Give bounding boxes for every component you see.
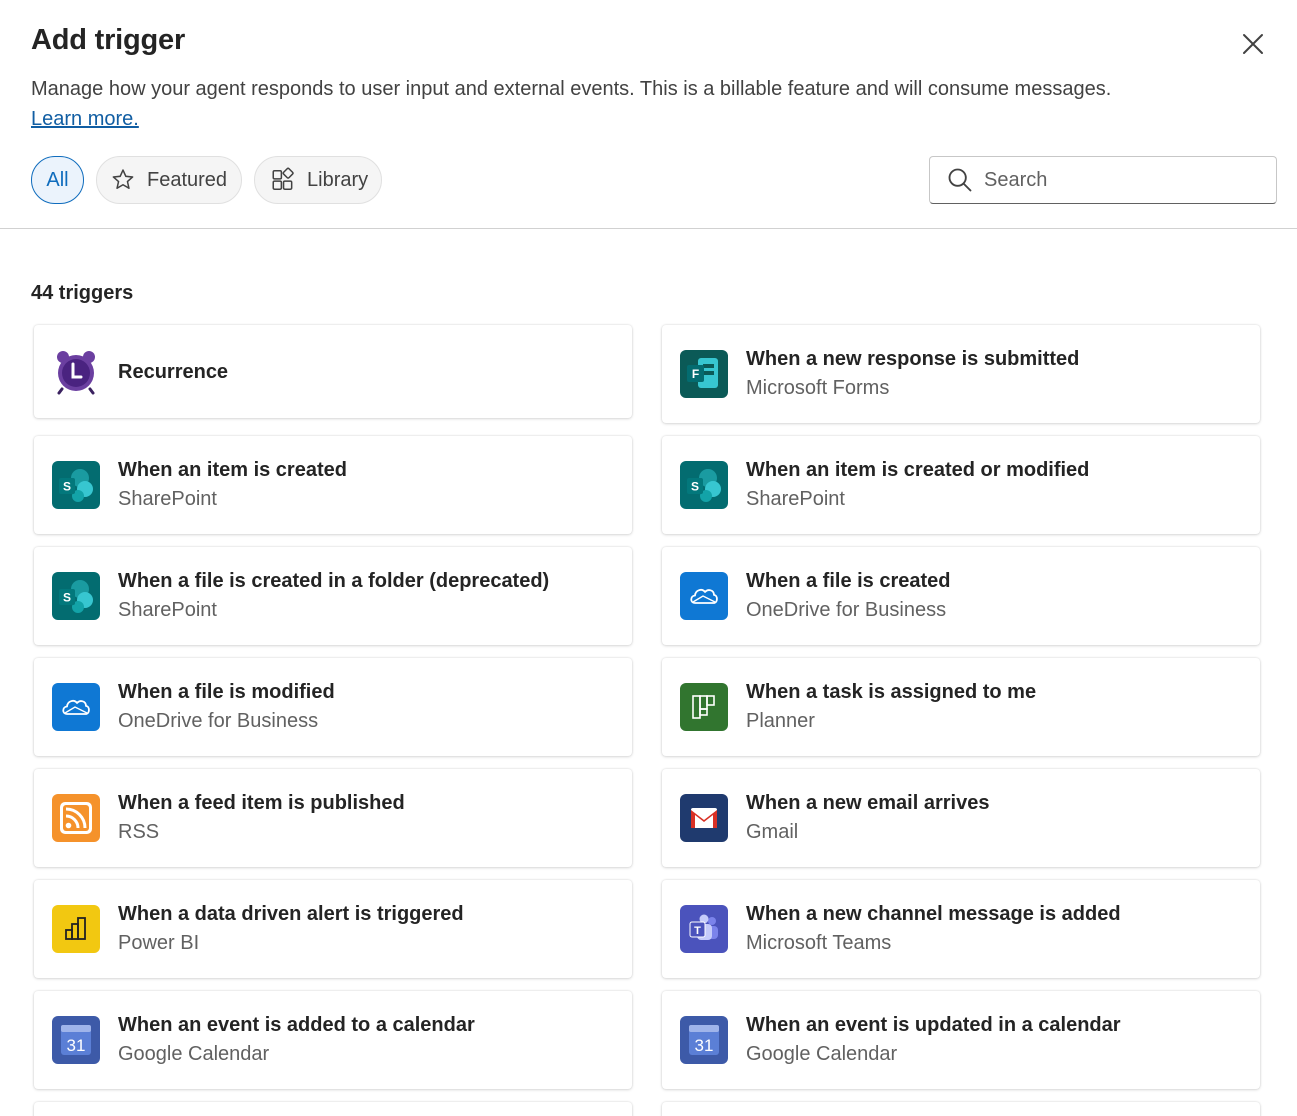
trigger-title: When a file is created in a folder (depr… xyxy=(118,570,550,592)
trigger-card[interactable]: When a file is modified OneDrive for Busi… xyxy=(34,658,632,756)
filter-all-label: All xyxy=(46,168,69,191)
sharepoint-letter: S xyxy=(691,480,699,494)
trigger-source: Planner xyxy=(746,710,815,732)
close-icon xyxy=(1243,34,1263,54)
trigger-card[interactable]: S When an item is created SharePoint xyxy=(34,436,632,534)
trigger-card[interactable]: 31 When an event is added to a calendar G… xyxy=(34,991,632,1089)
trigger-source: Gmail xyxy=(746,821,799,843)
trigger-source: Google Calendar xyxy=(118,1043,270,1065)
trigger-source: OneDrive for Business xyxy=(746,599,947,621)
trigger-title: When a data driven alert is triggered xyxy=(118,903,464,925)
filter-library[interactable]: Library xyxy=(254,156,382,204)
panel-description: Manage how your agent responds to user i… xyxy=(31,78,1112,100)
panel-title: Add trigger xyxy=(31,24,186,56)
trigger-card-partial[interactable] xyxy=(662,1102,1260,1116)
learn-more-link[interactable]: Learn more. xyxy=(31,106,139,132)
trigger-card[interactable]: When a feed item is published RSS xyxy=(34,769,632,867)
trigger-title: When an event is updated in a calendar xyxy=(746,1014,1121,1036)
alarm-clock-icon xyxy=(52,348,100,396)
close-button[interactable] xyxy=(1236,27,1270,61)
trigger-source: OneDrive for Business xyxy=(118,710,319,732)
trigger-source: RSS xyxy=(118,821,160,843)
library-icon xyxy=(269,166,297,194)
trigger-card[interactable]: When a file is created OneDrive for Busin… xyxy=(662,547,1260,645)
trigger-card-partial[interactable] xyxy=(34,1102,632,1116)
onedrive-icon xyxy=(52,683,100,731)
teams-icon: T xyxy=(680,905,728,953)
sharepoint-icon: S xyxy=(680,461,728,509)
forms-letter: F xyxy=(692,367,699,381)
calendar-day: 31 xyxy=(67,1036,86,1055)
trigger-card[interactable]: When a data driven alert is triggered Pow… xyxy=(34,880,632,978)
trigger-title: When a file is created xyxy=(746,570,951,592)
sharepoint-icon: S xyxy=(52,461,100,509)
filter-featured[interactable]: Featured xyxy=(96,156,242,204)
trigger-title: When a file is modified xyxy=(118,681,335,703)
trigger-card[interactable]: S When a file is created in a folder (de… xyxy=(34,547,632,645)
search-icon xyxy=(948,168,972,192)
planner-icon xyxy=(680,683,728,731)
sharepoint-letter: S xyxy=(63,480,71,494)
trigger-title: When an event is added to a calendar xyxy=(118,1014,475,1036)
trigger-title: Recurrence xyxy=(118,360,229,383)
google-calendar-icon: 31 xyxy=(52,1016,100,1064)
trigger-title: When an item is created xyxy=(118,459,347,481)
filter-featured-label: Featured xyxy=(147,168,228,191)
trigger-title: When a new response is submitted xyxy=(746,348,1080,370)
teams-letter: T xyxy=(694,925,701,937)
star-icon xyxy=(109,166,137,194)
trigger-source: SharePoint xyxy=(118,599,217,621)
trigger-title: When a new channel message is added xyxy=(746,903,1121,925)
panel-header: Add trigger Manage how your agent respon… xyxy=(0,0,1297,229)
trigger-card[interactable]: When a task is assigned to me Planner xyxy=(662,658,1260,756)
onedrive-icon xyxy=(680,572,728,620)
trigger-count: 44 triggers xyxy=(31,282,134,304)
filter-library-label: Library xyxy=(307,168,369,191)
microsoft-forms-icon: F xyxy=(680,350,728,398)
trigger-source: Microsoft Teams xyxy=(746,932,892,954)
trigger-title: When a feed item is published xyxy=(118,792,405,814)
trigger-source: Google Calendar xyxy=(746,1043,898,1065)
trigger-source: Power BI xyxy=(118,932,200,954)
sharepoint-icon: S xyxy=(52,572,100,620)
trigger-source: SharePoint xyxy=(746,488,845,510)
search-input[interactable] xyxy=(984,168,1254,192)
calendar-day: 31 xyxy=(695,1036,714,1055)
trigger-card[interactable]: When a new email arrives Gmail xyxy=(662,769,1260,867)
trigger-source: Microsoft Forms xyxy=(746,377,890,399)
gmail-icon xyxy=(680,794,728,842)
trigger-source: SharePoint xyxy=(118,488,217,510)
trigger-card[interactable]: T When a new channel message is added Mic… xyxy=(662,880,1260,978)
trigger-card[interactable]: Recurrence xyxy=(34,325,632,418)
power-bi-icon xyxy=(52,905,100,953)
sharepoint-letter: S xyxy=(63,591,71,605)
trigger-title: When a task is assigned to me xyxy=(746,681,1037,703)
trigger-card[interactable]: S When an item is created or modified Sha… xyxy=(662,436,1260,534)
trigger-title: When an item is created or modified xyxy=(746,459,1090,481)
filter-all[interactable]: All xyxy=(31,156,84,204)
trigger-title: When a new email arrives xyxy=(746,792,990,814)
trigger-card[interactable]: 31 When an event is updated in a calenda… xyxy=(662,991,1260,1089)
trigger-card[interactable]: F When a new response is submitted Micros… xyxy=(662,325,1260,423)
rss-icon xyxy=(52,794,100,842)
search-box[interactable] xyxy=(929,156,1277,204)
google-calendar-icon: 31 xyxy=(680,1016,728,1064)
